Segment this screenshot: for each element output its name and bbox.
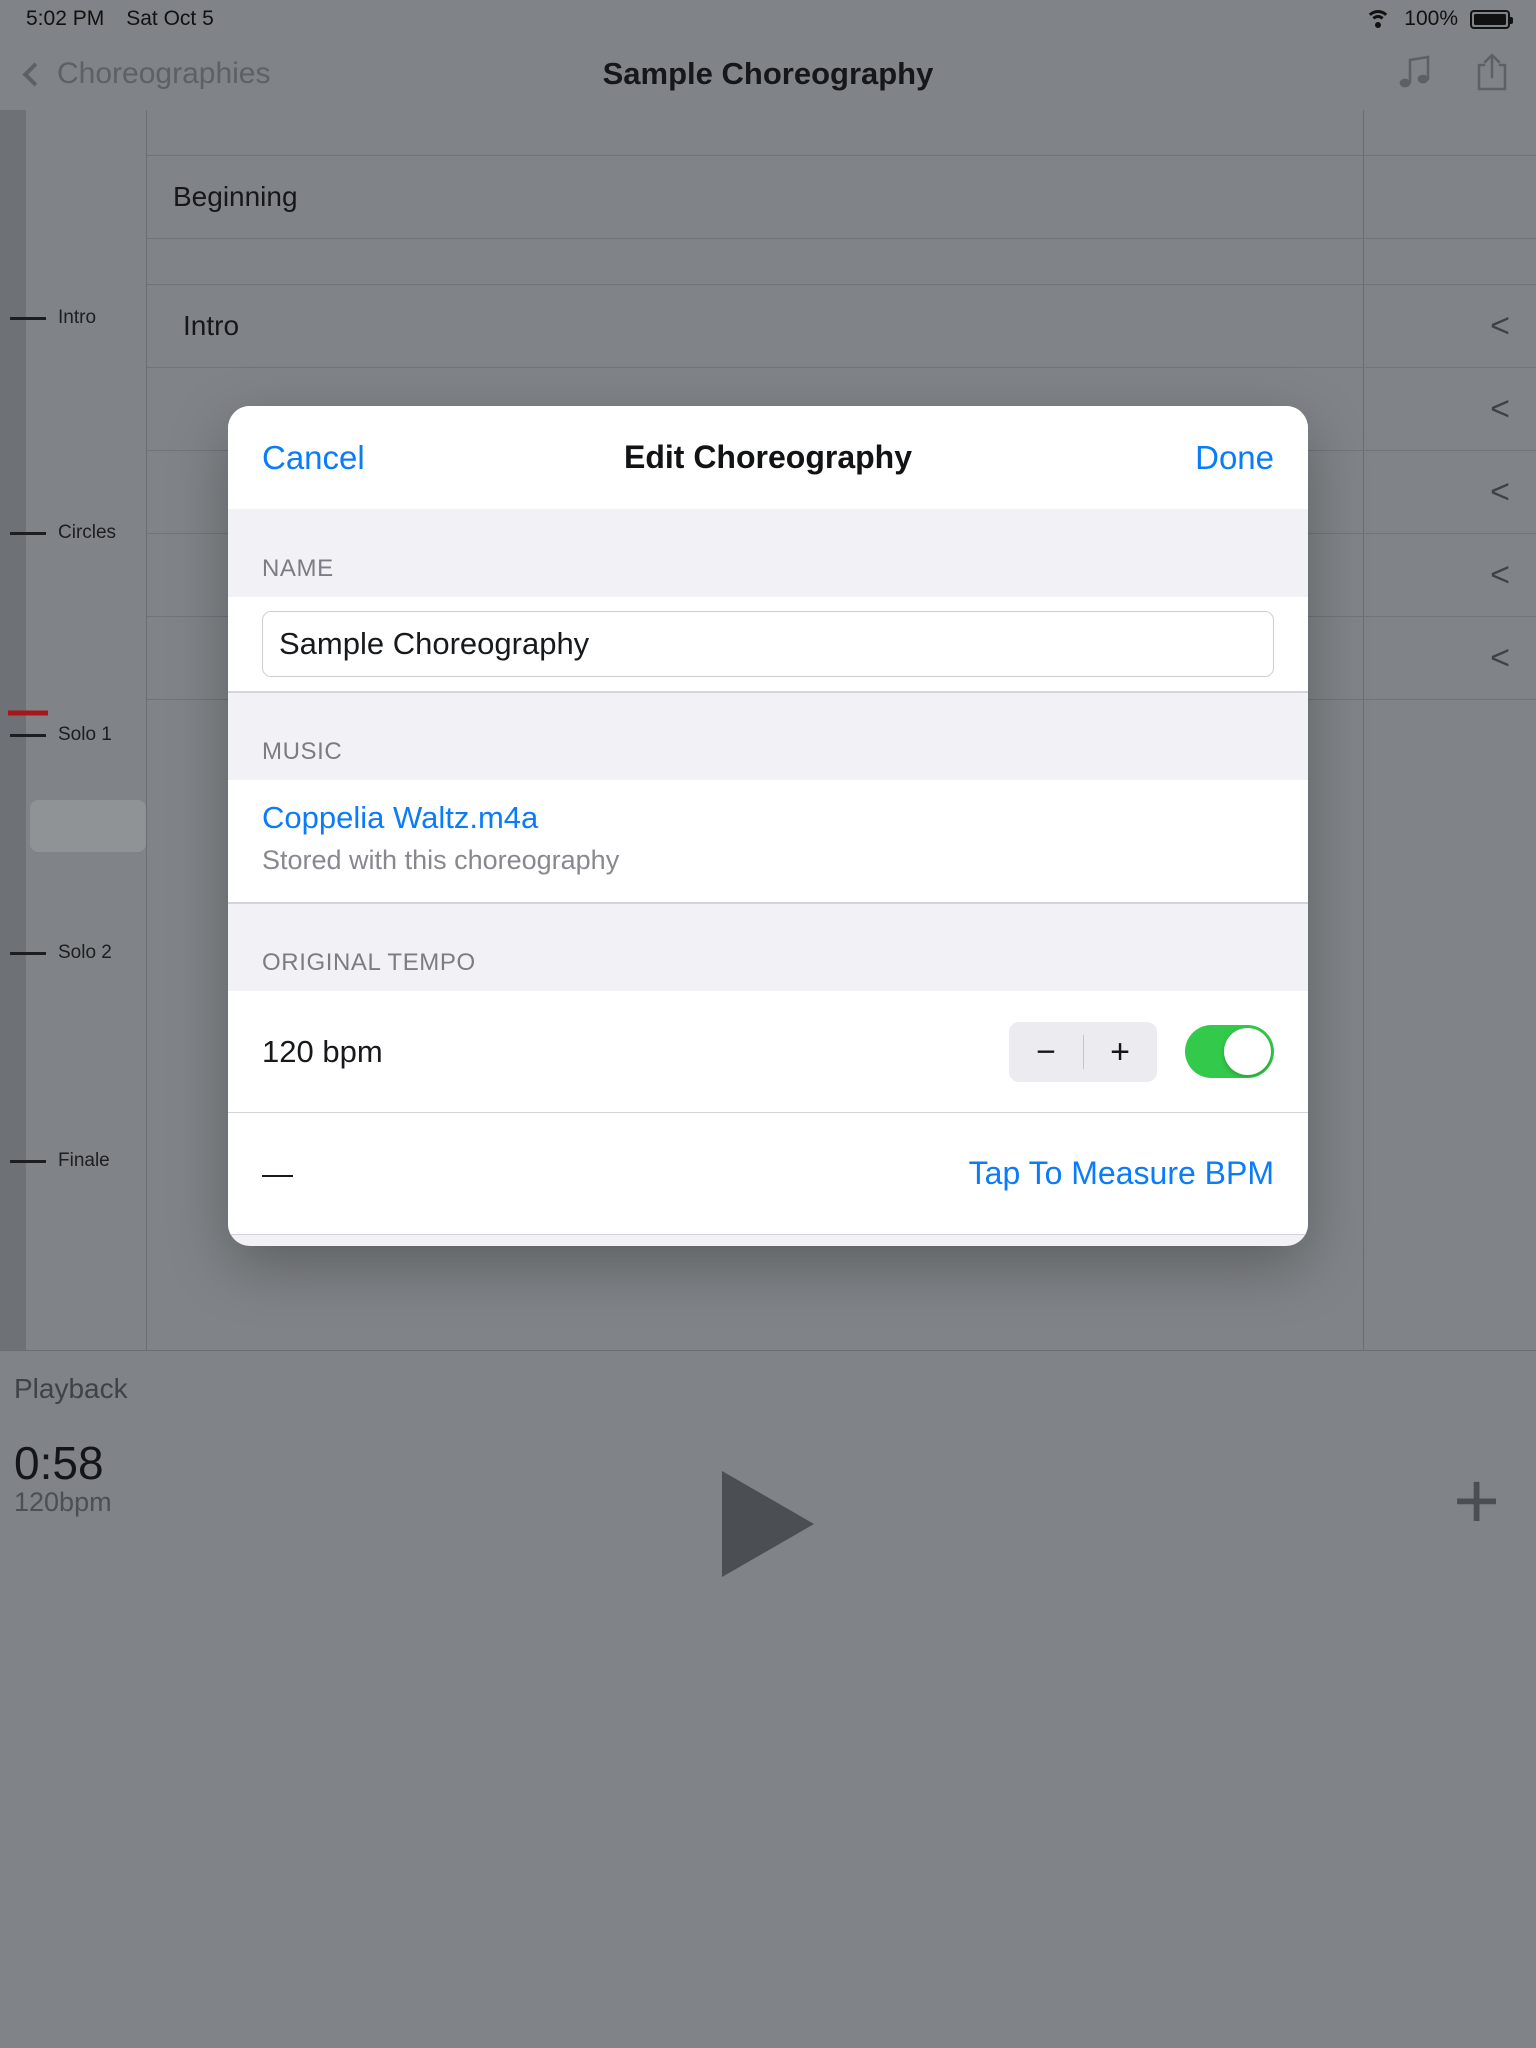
- tap-to-measure-bpm-button[interactable]: Tap To Measure BPM: [969, 1155, 1274, 1192]
- cancel-button[interactable]: Cancel: [262, 439, 365, 477]
- measure-bpm-placeholder: —: [262, 1155, 293, 1191]
- modal-header: Cancel Edit Choreography Done: [228, 406, 1308, 509]
- tempo-row: 120 bpm − +: [228, 991, 1308, 1113]
- done-button[interactable]: Done: [1195, 439, 1274, 477]
- toggle-knob: [1224, 1028, 1271, 1075]
- music-file-name[interactable]: Coppelia Waltz.m4a: [262, 800, 1274, 836]
- tempo-stepper[interactable]: − +: [1009, 1021, 1157, 1082]
- music-subtitle: Stored with this choreography: [262, 845, 620, 875]
- modal-title: Edit Choreography: [623, 439, 912, 475]
- tempo-decrement-button[interactable]: −: [1009, 1035, 1083, 1069]
- music-section-header: MUSIC: [228, 692, 1308, 780]
- name-section-header: NAME: [228, 509, 1308, 597]
- edit-choreography-modal: Cancel Edit Choreography Done NAME MUSIC…: [228, 406, 1308, 1246]
- tempo-section-header: ORIGINAL TEMPO: [228, 903, 1308, 991]
- name-field-container: [228, 597, 1308, 692]
- name-input[interactable]: [262, 611, 1274, 677]
- modal-overlay: Cancel Edit Choreography Done NAME MUSIC…: [0, 0, 1536, 2048]
- tempo-toggle-switch[interactable]: [1185, 1025, 1274, 1078]
- tempo-controls: − +: [1009, 1021, 1274, 1082]
- music-row[interactable]: Coppelia Waltz.m4a Stored with this chor…: [228, 780, 1308, 903]
- measure-bpm-row: — Tap To Measure BPM: [228, 1113, 1308, 1235]
- tempo-increment-button[interactable]: +: [1083, 1035, 1157, 1069]
- tempo-value: 120 bpm: [262, 1033, 383, 1069]
